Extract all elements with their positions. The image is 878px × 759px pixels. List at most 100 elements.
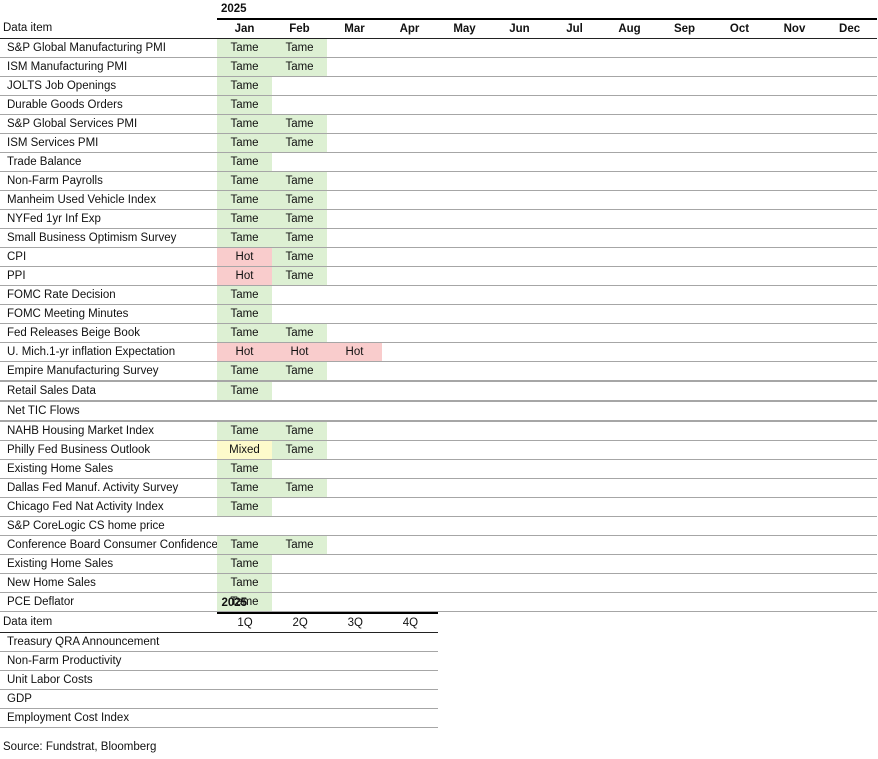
empty-cell [437, 247, 492, 267]
empty-cell [547, 152, 602, 172]
empty-cell [492, 114, 547, 134]
table-row: JOLTS Job Openings Tame [0, 76, 878, 96]
empty-cell [767, 152, 822, 172]
data-item-label: Net TIC Flows [0, 401, 217, 422]
empty-cell [327, 651, 383, 671]
table-row: Treasury QRA Announcement [0, 632, 438, 652]
empty-cell [437, 459, 492, 479]
empty-cell [712, 152, 767, 172]
empty-cell [657, 133, 712, 153]
empty-cell [547, 190, 602, 210]
status-cell-tame: Tame [272, 114, 327, 134]
empty-cell [382, 381, 437, 402]
empty-cell [492, 76, 547, 96]
empty-cell [547, 342, 602, 362]
empty-cell [602, 323, 657, 343]
empty-cell [712, 401, 767, 422]
empty-cell [547, 38, 602, 58]
empty-cell [437, 152, 492, 172]
empty-cell [382, 478, 437, 498]
empty-cell [217, 516, 272, 536]
empty-cell [382, 632, 438, 652]
year-header-row: 2025 [0, 594, 438, 614]
empty-cell [822, 440, 878, 460]
empty-cell [327, 478, 382, 498]
empty-cell [382, 535, 437, 555]
empty-cell [657, 381, 712, 402]
empty-cell [657, 535, 712, 555]
empty-cell [602, 38, 657, 58]
empty-cell [382, 57, 437, 77]
empty-cell [327, 708, 383, 728]
empty-cell [712, 76, 767, 96]
status-cell-tame: Tame [217, 285, 272, 305]
data-item-label: ISM Manufacturing PMI [0, 57, 217, 77]
empty-cell [767, 38, 822, 58]
empty-cell [602, 95, 657, 115]
empty-cell [327, 190, 382, 210]
empty-cell [657, 152, 712, 172]
quarterly-data-table: 2025 Data item 1Q 2Q 3Q 4Q Treasury QRA Announ… [0, 594, 438, 728]
empty-cell [327, 114, 382, 134]
empty-cell [712, 247, 767, 267]
empty-cell [437, 516, 492, 536]
period-header-sep: Sep [657, 19, 712, 39]
data-item-label: NYFed 1yr Inf Exp [0, 209, 217, 229]
empty-cell [547, 478, 602, 498]
empty-cell [492, 247, 547, 267]
empty-cell [767, 535, 822, 555]
empty-cell [272, 285, 327, 305]
status-cell-tame: Tame [272, 266, 327, 286]
data-item-label: Unit Labor Costs [0, 670, 218, 690]
empty-cell [547, 95, 602, 115]
period-header-4q: 4Q [382, 613, 438, 633]
empty-cell [382, 114, 437, 134]
empty-cell [272, 632, 328, 652]
empty-cell [657, 592, 712, 612]
empty-cell [602, 516, 657, 536]
empty-cell [492, 133, 547, 153]
empty-cell [602, 421, 657, 441]
table-row: Existing Home Sales Tame [0, 554, 878, 574]
empty-cell [822, 478, 878, 498]
empty-cell [327, 38, 382, 58]
status-cell-tame: Tame [217, 57, 272, 77]
empty-cell [492, 266, 547, 286]
empty-cell [492, 478, 547, 498]
status-cell-hot: Hot [217, 266, 272, 286]
empty-cell [602, 171, 657, 191]
empty-cell [767, 190, 822, 210]
table-row: Small Business Optimism Survey Tame Tame [0, 228, 878, 248]
empty-cell [272, 516, 327, 536]
empty-cell [547, 304, 602, 324]
empty-cell [822, 247, 878, 267]
status-cell-hot: Hot [272, 342, 327, 362]
empty-cell [492, 535, 547, 555]
empty-cell [327, 440, 382, 460]
empty-cell [822, 497, 878, 517]
empty-cell [217, 708, 273, 728]
empty-cell [327, 459, 382, 479]
empty-cell [437, 421, 492, 441]
empty-cell [712, 497, 767, 517]
empty-cell [327, 209, 382, 229]
empty-cell [217, 670, 273, 690]
empty-cell [767, 478, 822, 498]
empty-cell [712, 171, 767, 191]
empty-cell [657, 247, 712, 267]
empty-cell [547, 440, 602, 460]
table-row: Retail Sales Data Tame [0, 381, 878, 402]
empty-cell [822, 76, 878, 96]
empty-cell [382, 304, 437, 324]
table-row: Manheim Used Vehicle Index Tame Tame [0, 190, 878, 210]
empty-cell [602, 247, 657, 267]
empty-cell [602, 304, 657, 324]
empty-cell [327, 670, 383, 690]
period-header-feb: Feb [272, 19, 327, 39]
empty-cell [327, 76, 382, 96]
empty-cell [712, 421, 767, 441]
status-cell-tame: Tame [217, 497, 272, 517]
empty-cell [492, 285, 547, 305]
empty-cell [822, 57, 878, 77]
empty-cell [657, 497, 712, 517]
